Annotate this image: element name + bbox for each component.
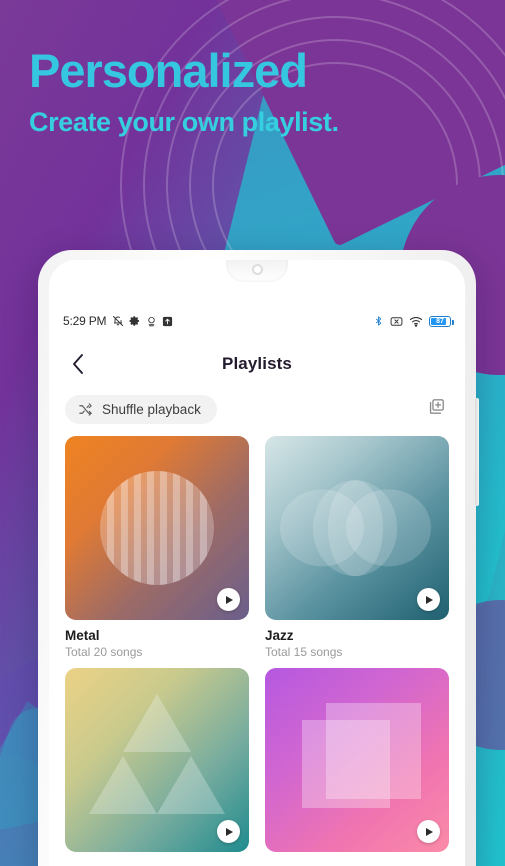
phone-mockup: 5:29 PM 87 Playlists Shuffle playback Me…: [38, 250, 479, 866]
phone-side-button[interactable]: [475, 398, 479, 506]
playlist-cover: [265, 668, 449, 852]
upload-box-icon: [162, 316, 173, 327]
bars-circle-decoration: [99, 470, 215, 586]
triangle-left: [88, 756, 157, 815]
add-playlist-button[interactable]: [424, 394, 449, 424]
playlist-cover: [265, 436, 449, 620]
wifi-icon: [409, 315, 423, 327]
sim-off-icon: [390, 316, 403, 327]
page-title: Playlists: [222, 354, 292, 373]
shuffle-playback-button[interactable]: Shuffle playback: [65, 394, 217, 424]
shuffle-icon: [79, 402, 92, 416]
bell-muted-icon: [112, 315, 124, 327]
shuffle-playback-label: Shuffle playback: [102, 401, 201, 417]
playlist-subtitle: Total 20 songs: [65, 645, 143, 659]
battery-icon: 87: [429, 315, 454, 327]
play-button[interactable]: [217, 588, 240, 611]
play-icon: [426, 595, 433, 604]
status-clock: 5:29 PM: [63, 314, 107, 328]
playlist-subtitle: Total 15 songs: [265, 645, 343, 659]
phone-notch: [226, 260, 288, 282]
playlist-card-third[interactable]: [65, 668, 249, 860]
promo-banner: Personalized Create your own playlist. 5…: [0, 0, 505, 866]
phone-screen: 5:29 PM 87 Playlists Shuffle playback Me…: [49, 260, 465, 866]
status-bar-right: 87: [373, 315, 454, 327]
play-button[interactable]: [217, 820, 240, 843]
front-camera-icon: [251, 264, 263, 275]
bluetooth-icon: [373, 315, 384, 327]
play-button[interactable]: [417, 820, 440, 843]
status-bar: 5:29 PM 87: [49, 308, 465, 334]
play-button[interactable]: [417, 588, 440, 611]
notification-icon: [146, 316, 157, 327]
status-bar-left: 5:29 PM: [63, 314, 173, 328]
background-purple-slab-2: [400, 0, 505, 158]
square-front: [325, 702, 422, 799]
promo-text-block: Personalized Create your own playlist.: [29, 46, 339, 138]
gear-icon: [129, 315, 141, 327]
play-icon: [226, 595, 233, 604]
app-bar: Playlists: [49, 340, 465, 388]
action-row: Shuffle playback: [49, 388, 465, 424]
playlist-cover: [65, 668, 249, 852]
add-playlist-icon: [429, 399, 444, 414]
play-icon: [226, 827, 233, 836]
promo-headline: Personalized: [29, 44, 308, 97]
playlist-grid: Metal Total 20 songs Jazz Total 15 songs: [49, 424, 465, 860]
play-icon: [426, 827, 433, 836]
playlist-cover: [65, 436, 249, 620]
playlist-card-metal[interactable]: Metal Total 20 songs: [65, 436, 249, 659]
playlist-card-jazz[interactable]: Jazz Total 15 songs: [265, 436, 449, 659]
triangle-top: [123, 693, 191, 752]
playlist-card-fourth[interactable]: [265, 668, 449, 860]
promo-subheadline: Create your own playlist.: [29, 107, 339, 138]
playlist-title: Jazz: [265, 628, 294, 643]
battery-percent: 87: [436, 317, 444, 325]
triangle-right: [157, 756, 226, 815]
playlist-title: Metal: [65, 628, 100, 643]
